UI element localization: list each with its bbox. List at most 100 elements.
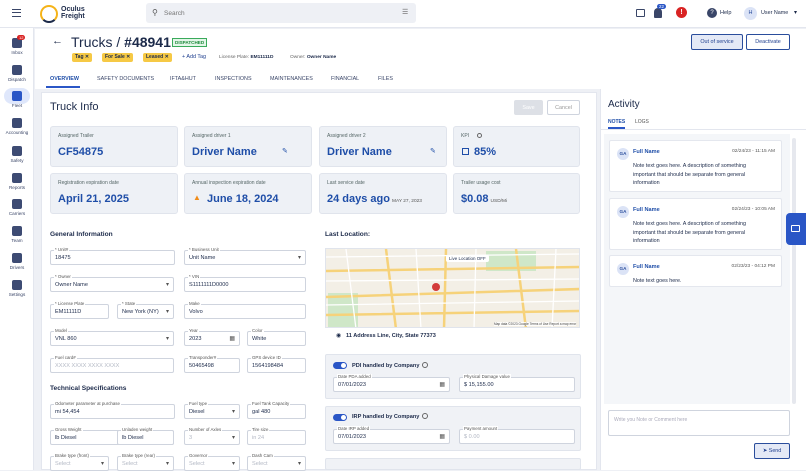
tech-field[interactable]: Tire size in 24	[247, 427, 306, 445]
address: 11 Address Line, City, State 77373	[346, 333, 436, 339]
chevron-down-icon[interactable]: ▾	[298, 460, 301, 467]
help-link[interactable]: Help	[720, 10, 732, 16]
general-field[interactable]: Model VNL 860 ▾	[50, 328, 174, 346]
general-field[interactable]: * VIN S1111111D0000	[184, 274, 306, 292]
note-date: 02/23/23 - 04:12 PM	[731, 264, 775, 269]
tab-financial[interactable]: FINANCIAL	[331, 76, 359, 82]
sidebar-item-settings[interactable]: Settings	[0, 280, 34, 297]
calendar-icon[interactable]: ▦	[439, 381, 445, 388]
map[interactable]: Live Location OFF Map data ©2023 Google …	[325, 248, 580, 328]
edit-icon[interactable]: ✎	[430, 147, 436, 155]
tech-field[interactable]: Number of Axles 3 ▾	[184, 427, 240, 445]
alert-icon[interactable]: !	[676, 7, 687, 18]
add-tag-button[interactable]: + Add Tag	[182, 54, 206, 60]
sidebar-item-fleet[interactable]: Fleet	[0, 88, 34, 108]
sidebar-item-safety[interactable]: Safety	[0, 146, 34, 163]
chat-icon[interactable]	[636, 9, 645, 17]
tag-chip[interactable]: Tag ✕	[72, 53, 93, 62]
tech-field[interactable]: Unladen weight lb Diesel	[117, 427, 174, 445]
edit-icon[interactable]: ✎	[282, 147, 288, 155]
tab-inspections[interactable]: INSPECTIONS	[215, 76, 252, 82]
chevron-down-icon[interactable]: ▾	[298, 254, 301, 261]
general-field[interactable]: * Unit# 18475	[50, 247, 175, 265]
sidebar-item-dispatch[interactable]: Dispatch	[0, 65, 34, 82]
user-name[interactable]: User Name	[761, 10, 788, 16]
sidebar-item-inbox[interactable]: Inbox 12	[0, 35, 34, 55]
note-author[interactable]: Full Name	[633, 149, 660, 155]
general-field[interactable]: Make Volvo	[184, 301, 306, 319]
calendar-icon[interactable]: ▦	[439, 433, 445, 440]
general-field[interactable]: Color White	[247, 328, 306, 346]
location-pin-icon	[12, 199, 22, 209]
tab-files[interactable]: FILES	[378, 76, 393, 82]
payment-amount-field[interactable]: Payment amount $ 0.00	[459, 426, 575, 444]
chevron-down-icon[interactable]: ▾	[232, 434, 235, 441]
general-field[interactable]: Year 2023 ▦	[184, 328, 240, 346]
chevron-down-icon[interactable]: ▾	[166, 308, 169, 315]
general-field[interactable]: Transponder# 50465498	[184, 355, 240, 373]
back-arrow-icon[interactable]: ←	[52, 35, 63, 47]
chevron-down-icon[interactable]: ▾	[166, 460, 169, 467]
search-input[interactable]	[164, 7, 384, 19]
sidebar: Inbox 12 Dispatch Fleet Accounting Safety Repo…	[0, 28, 34, 470]
sidebar-item-drivers[interactable]: Drivers	[0, 253, 34, 270]
chevron-down-icon[interactable]: ▾	[166, 335, 169, 342]
tech-field[interactable]: Fuel Tank Capacity gal 480	[247, 401, 306, 419]
sidebar-item-carriers[interactable]: Carriers	[0, 199, 34, 216]
tech-field[interactable]: Dash Cam Select ▾	[247, 453, 306, 471]
chevron-down-icon[interactable]: ▾	[232, 408, 235, 415]
chevron-down-icon[interactable]: ▾	[232, 460, 235, 467]
note-input[interactable]: Write you Note or Comment here	[608, 410, 790, 436]
menu-icon[interactable]	[12, 9, 21, 17]
save-button[interactable]: Save	[514, 100, 543, 115]
tech-field[interactable]: Brake type (rear) Select ▾	[117, 453, 174, 471]
search-box[interactable]: ⚲ ☰	[146, 3, 416, 23]
out-of-service-button[interactable]: Out of service	[691, 34, 743, 50]
tab-maintenances[interactable]: MAINTENANCES	[270, 76, 313, 82]
tab-ifta-hut[interactable]: IFTA&HUT	[170, 76, 196, 82]
cancel-button[interactable]: Cancel	[547, 100, 580, 115]
calendar-icon[interactable]: ▦	[229, 335, 235, 342]
tech-field[interactable]: Fuel type Diesel ▾	[184, 401, 240, 419]
tech-field[interactable]: Governor Select ▾	[184, 453, 240, 471]
scrollbar[interactable]	[792, 138, 796, 404]
pdi-date-field[interactable]: Date PDA added 07/01/2023 ▦	[333, 374, 450, 392]
tab-overview[interactable]: OVERVIEW	[50, 76, 79, 82]
avatar[interactable]: H	[744, 7, 757, 20]
help-icon[interactable]: ?	[707, 8, 717, 18]
general-field[interactable]: GPS device ID 1564198484	[247, 355, 306, 373]
info-card: Last service date 24 days ago MAY 27, 2023	[319, 173, 447, 214]
chevron-down-icon[interactable]: ▾	[101, 460, 104, 467]
deactivate-button[interactable]: Deactivate	[746, 34, 790, 50]
general-field[interactable]: Fuel card# XXXX XXXX XXXX XXXX	[50, 355, 174, 373]
send-button[interactable]: ➤ Send	[754, 443, 790, 459]
note-author[interactable]: Full Name	[633, 207, 660, 213]
sidebar-item-label: Settings	[8, 292, 26, 297]
damage-value-field[interactable]: Physical Damage value $ 15,155.00	[459, 374, 575, 392]
tab-safety-documents[interactable]: SAFETY DOCUMENTS	[97, 76, 154, 82]
sidebar-item-accounting[interactable]: Accounting	[0, 118, 34, 135]
general-field[interactable]: * License Plate EM11111D	[50, 301, 109, 319]
tech-field[interactable]: Brake type (front) Select ▾	[50, 453, 109, 471]
chevron-down-icon[interactable]: ▾	[794, 9, 797, 16]
tag-chip[interactable]: For Sale ✕	[102, 53, 134, 62]
sidebar-item-label: Dispatch	[8, 77, 26, 82]
bell-icon[interactable]	[654, 8, 662, 18]
tech-field[interactable]: Odometer parameter at purchase mi 54,454	[50, 401, 175, 419]
sidebar-item-team[interactable]: Team	[0, 226, 34, 243]
note-author[interactable]: Full Name	[633, 264, 660, 270]
irp-date-field[interactable]: Date IRP added 07/01/2023 ▦	[333, 426, 450, 444]
tab-notes[interactable]: NOTES	[608, 119, 625, 125]
chevron-down-icon[interactable]: ▾	[166, 281, 169, 288]
floating-chat-button[interactable]	[786, 213, 806, 245]
irp-toggle[interactable]	[333, 414, 347, 421]
live-location-label[interactable]: Live Location OFF	[446, 255, 489, 262]
tab-logs[interactable]: LOGS	[635, 119, 649, 125]
general-field[interactable]: * Business Unit Unit Name ▾	[184, 247, 306, 265]
filter-icon[interactable]: ☰	[402, 8, 408, 16]
general-field[interactable]: * Owner Owner Name ▾	[50, 274, 174, 292]
sidebar-item-reports[interactable]: Reports	[0, 173, 34, 190]
tag-chip[interactable]: Leased ✕	[143, 53, 172, 62]
pdi-toggle[interactable]	[333, 362, 347, 369]
general-field[interactable]: * State New York (NY) ▾	[117, 301, 174, 319]
